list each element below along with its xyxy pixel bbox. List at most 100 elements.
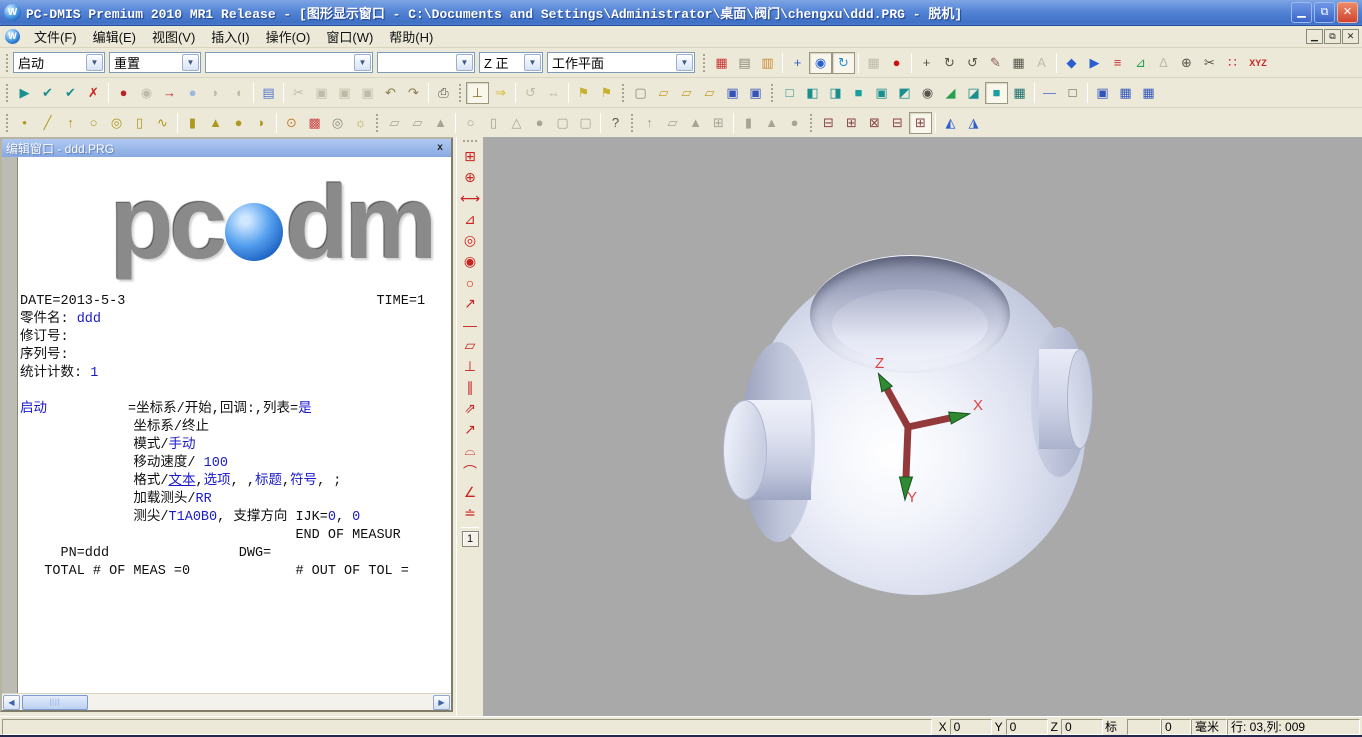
dim-roundness-icon[interactable]: ○ (459, 272, 481, 293)
constructed-cone-icon[interactable]: ▲ (760, 112, 783, 134)
view-front-icon[interactable]: ◧ (801, 82, 824, 104)
scale-line-icon[interactable]: — (1038, 82, 1061, 104)
record-off-icon[interactable]: ◉ (135, 82, 158, 104)
feature-circle-icon[interactable]: ○ (82, 112, 105, 134)
dim-profile-surface-icon[interactable]: ⌒ (459, 461, 481, 482)
cad-solid-icon[interactable]: ◆ (1060, 52, 1083, 74)
constructed-circle-icon[interactable]: ⊞ (707, 112, 730, 134)
window-layout2-icon[interactable]: ▦ (1137, 82, 1160, 104)
view-sphere-icon[interactable]: ◉ (916, 82, 939, 104)
close-button[interactable]: ✕ (1337, 2, 1358, 23)
scroll-right-icon[interactable]: ▶ (433, 695, 450, 710)
probe-hit-icon[interactable]: ⊥ (466, 82, 489, 104)
dim-toolbar-page-button[interactable]: 1 (462, 531, 479, 547)
auto-square-slot-icon[interactable]: ▢ (574, 112, 597, 134)
rotate-probe-icon[interactable]: ◮ (962, 112, 985, 134)
reset-combo-dropdown-icon[interactable]: ▼ (182, 54, 199, 71)
dim-true-position-icon[interactable]: ⊕ (459, 167, 481, 188)
edit-window-hscrollbar[interactable]: ◀ ▶ (2, 693, 451, 710)
dim-circularity-icon[interactable]: ◉ (459, 251, 481, 272)
edit-window-editor[interactable]: pc dm DATE=2013-5-3 TIME=1零件名: ddd修订号:序列… (18, 157, 451, 693)
rotary-scan-icon[interactable]: ◎ (326, 112, 349, 134)
xyz-display-icon[interactable]: XYZ (1244, 52, 1272, 74)
check-delete-icon[interactable]: ✗ (82, 82, 105, 104)
execute-play-icon[interactable]: ▶ (13, 82, 36, 104)
profile-scan-icon[interactable]: ▩ (303, 112, 326, 134)
clip-planes-icon[interactable]: ✂ (1198, 52, 1221, 74)
text-label-icon[interactable]: A (1030, 52, 1053, 74)
mdi-close-button[interactable]: ✕ (1342, 29, 1359, 44)
feature-sphere-icon[interactable]: ● (227, 112, 250, 134)
window-report-icon[interactable]: ▣ (1091, 82, 1114, 104)
probe-sphere-icon[interactable]: ● (885, 52, 908, 74)
view-iso-icon[interactable]: ◪ (962, 82, 985, 104)
record-stop-icon[interactable]: ● (112, 82, 135, 104)
pan-view-icon[interactable]: + (786, 52, 809, 74)
constructed-pyramid-icon[interactable]: ▲ (684, 112, 707, 134)
dim-profile-line-icon[interactable]: ⌓ (459, 440, 481, 461)
dim-position-grid-icon[interactable]: ⊞ (459, 146, 481, 167)
gauge-tool-icon[interactable]: ⊕ (1175, 52, 1198, 74)
file-save-icon[interactable]: ▣ (721, 82, 744, 104)
grid-snap-icon[interactable]: ▦ (862, 52, 885, 74)
cut-icon[interactable]: ✂ (287, 82, 310, 104)
constructed-sphere-icon[interactable]: ● (783, 112, 806, 134)
report-list-icon[interactable]: ▤ (257, 82, 280, 104)
file-edit-icon[interactable]: ▱ (698, 82, 721, 104)
scroll-thumb[interactable] (22, 695, 88, 710)
auto-circle-icon[interactable]: ○ (459, 112, 482, 134)
auto-round-slot-icon[interactable]: ▢ (551, 112, 574, 134)
auto-sphere-icon[interactable]: ● (528, 112, 551, 134)
view-top-icon[interactable]: □ (778, 82, 801, 104)
feature-cone-icon[interactable]: ▲ (204, 112, 227, 134)
dim-angularity-arrow-icon[interactable]: ↗ (459, 419, 481, 440)
feature-cylinder-icon[interactable]: ▮ (181, 112, 204, 134)
feature-round-slot-icon[interactable]: ◎ (105, 112, 128, 134)
probe-options-icon[interactable]: ▦ (1007, 52, 1030, 74)
feature-combo-dropdown-icon[interactable]: ▼ (354, 54, 371, 71)
feature-surface-icon[interactable]: ◗ (250, 112, 273, 134)
view-solid-icon[interactable]: ■ (847, 82, 870, 104)
axes-display-icon[interactable]: ⊿ (1129, 52, 1152, 74)
rotate-3d-icon[interactable]: ↺ (961, 52, 984, 74)
paste-icon[interactable]: ▣ (333, 82, 356, 104)
probe-file-combo-dropdown-icon[interactable]: ▼ (456, 54, 473, 71)
scroll-left-icon[interactable]: ◀ (3, 695, 20, 710)
rotate-part-icon[interactable]: ↻ (938, 52, 961, 74)
probe-path-icon[interactable]: ▶ (1083, 52, 1106, 74)
feature-line-icon[interactable]: ╱ (36, 112, 59, 134)
flag-toggle-icon[interactable]: ⚑ (572, 82, 595, 104)
spin-view-icon[interactable]: ↻ (832, 52, 855, 74)
comment-report-icon[interactable]: ◖ (227, 82, 250, 104)
feature-combo[interactable]: ▼ (205, 52, 373, 73)
mdi-minimize-button[interactable]: ▁ (1306, 29, 1323, 44)
align-iterative-icon[interactable]: ⊟ (886, 112, 909, 134)
reset-combo[interactable]: 重置▼ (109, 52, 201, 73)
dim-perpendicularity-icon[interactable]: ⊥ (459, 356, 481, 377)
feature-square-slot-icon[interactable]: ▯ (128, 112, 151, 134)
flag-clear-icon[interactable]: ⚑ (595, 82, 618, 104)
confirm-all-icon[interactable]: ✔ (59, 82, 82, 104)
feature-curve-icon[interactable]: ∿ (151, 112, 174, 134)
edit-window-breakpoint-margin[interactable] (2, 157, 18, 693)
dim-symmetry-icon[interactable]: ≐ (459, 503, 481, 524)
dim-distance-icon[interactable]: ⟷ (459, 188, 481, 209)
view-shaded-icon[interactable]: ■ (985, 82, 1008, 104)
align-quick-icon[interactable]: ⊞ (909, 112, 932, 134)
view-combo-dropdown-icon[interactable]: ▼ (524, 54, 541, 71)
dim-straightness-icon[interactable]: — (459, 314, 481, 335)
file-new-icon[interactable]: ▢ (629, 82, 652, 104)
constructed-cylinder-icon[interactable]: ▮ (737, 112, 760, 134)
next-arrow-icon[interactable]: ⇒ (489, 82, 512, 104)
view-probe-plane-icon[interactable]: ◢ (939, 82, 962, 104)
file-import-icon[interactable]: ▱ (675, 82, 698, 104)
auto-pyramid-icon[interactable]: ▲ (429, 112, 452, 134)
minimize-button[interactable]: ▁ (1291, 2, 1312, 23)
level-probe-icon[interactable]: ◭ (939, 112, 962, 134)
menu-item-4[interactable]: 操作(O) (258, 25, 319, 48)
menu-item-2[interactable]: 视图(V) (144, 25, 203, 48)
edit-window-close-icon[interactable]: x (433, 141, 447, 155)
graphics-modes-icon[interactable]: ▦ (710, 52, 733, 74)
gauge-circle-icon[interactable]: ⊙ (280, 112, 303, 134)
auto-cylinder-icon[interactable]: ▯ (482, 112, 505, 134)
